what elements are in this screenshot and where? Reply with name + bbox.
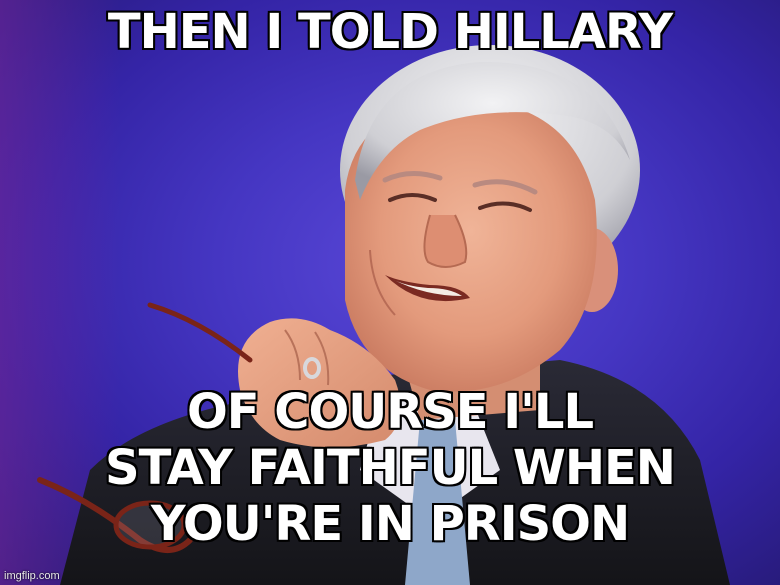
watermark: imgflip.com: [4, 570, 60, 582]
top-caption: THEN I TOLD HILLARY: [107, 3, 674, 61]
glasses-temple: [147, 302, 253, 363]
bottom-caption-line: OF COURSE I'LL: [186, 383, 595, 441]
bottom-caption-line: STAY FAITHFUL WHEN: [104, 439, 677, 497]
meme-image: THEN I TOLD HILLARY OF COURSE I'LL STAY …: [0, 0, 780, 585]
bottom-caption: OF COURSE I'LL STAY FAITHFUL WHEN YOU'RE…: [0, 383, 780, 553]
bottom-caption-line: YOU'RE IN PRISON: [150, 495, 631, 553]
